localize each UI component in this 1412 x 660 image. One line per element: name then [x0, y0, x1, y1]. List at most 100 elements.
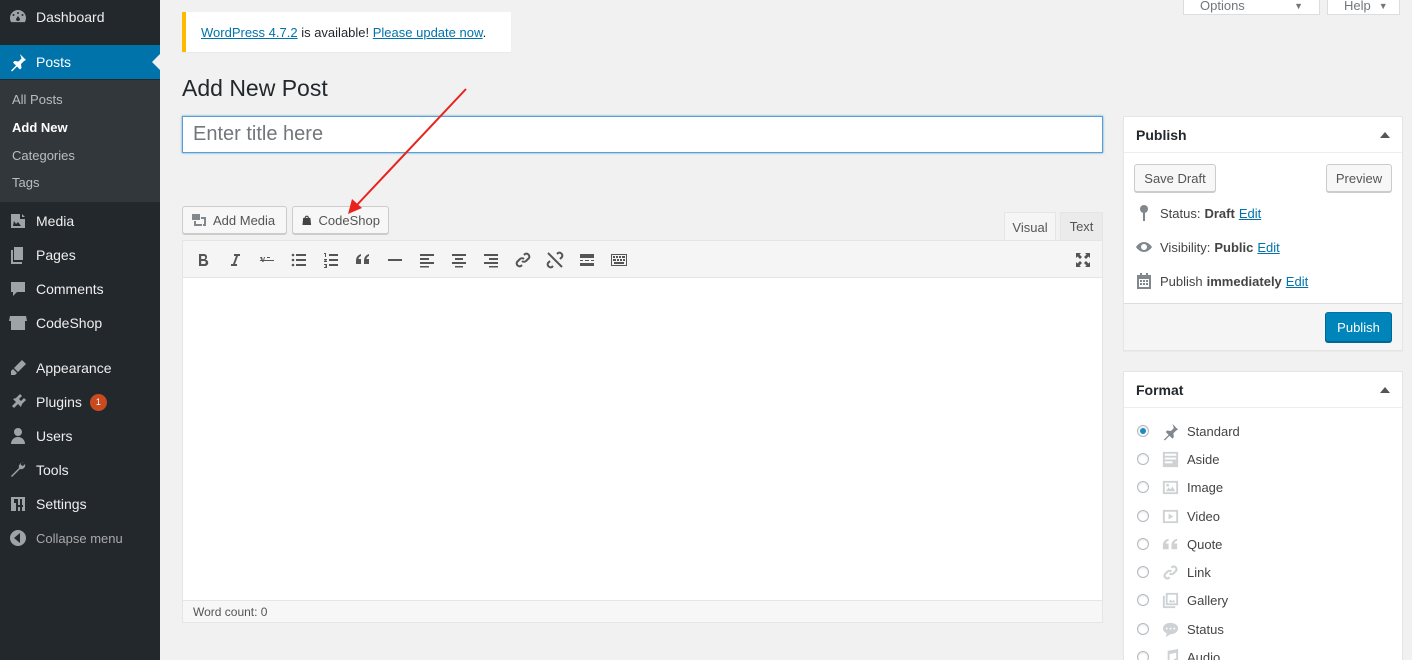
format-box-header[interactable]: Format	[1124, 372, 1402, 408]
menu-label: Users	[36, 428, 73, 444]
menu-label: Tools	[36, 462, 69, 478]
menu-item-tools[interactable]: Tools	[0, 453, 160, 487]
video-icon	[1160, 506, 1180, 526]
strikethrough-button[interactable]	[253, 246, 281, 274]
publish-box-header[interactable]: Publish	[1124, 117, 1402, 153]
bullet-list-button[interactable]	[285, 246, 313, 274]
menu-item-pages[interactable]: Pages	[0, 238, 160, 272]
align-left-icon	[420, 254, 434, 268]
menu-item-users[interactable]: Users	[0, 419, 160, 453]
help-button[interactable]: Help ▼	[1327, 0, 1400, 15]
calendar-icon	[1137, 273, 1151, 289]
status-label: Status:	[1160, 205, 1201, 221]
edit-visibility-link[interactable]: Edit	[1257, 240, 1279, 255]
align-center-button[interactable]	[445, 246, 473, 274]
menu-item-codeshop[interactable]: CodeShop	[0, 306, 160, 340]
add-media-button[interactable]: Add Media	[182, 206, 287, 234]
screen-options-button[interactable]: Screen Options ▼	[1183, 0, 1320, 15]
save-draft-button[interactable]: Save Draft	[1134, 164, 1216, 192]
preview-button[interactable]: Preview	[1326, 164, 1392, 192]
eye-icon	[1136, 242, 1152, 252]
format-radio[interactable]	[1137, 651, 1149, 660]
collapse-toggle-icon[interactable]	[1380, 131, 1390, 138]
numbered-list-button[interactable]	[317, 246, 345, 274]
aside-icon	[1160, 449, 1180, 469]
publish-actions: Publish	[1124, 303, 1402, 350]
menu-item-appearance[interactable]: Appearance	[0, 351, 160, 385]
fullscreen-button[interactable]	[1069, 246, 1097, 274]
gallery-icon	[1160, 590, 1180, 610]
status-row: Status: Draft Edit	[1134, 203, 1261, 223]
edit-status-link[interactable]: Edit	[1239, 206, 1261, 221]
format-radio[interactable]	[1137, 425, 1149, 437]
collapse-menu-button[interactable]: Collapse menu	[0, 521, 160, 555]
settings-icon	[0, 494, 36, 514]
read-more-button[interactable]	[573, 246, 601, 274]
pin-icon	[1160, 421, 1180, 441]
submenu-categories[interactable]: Categories	[12, 148, 75, 163]
italic-button[interactable]	[221, 246, 249, 274]
menu-item-dashboard[interactable]: Dashboard	[0, 0, 160, 34]
format-option-gallery[interactable]: Gallery	[1137, 590, 1228, 610]
quote-icon	[1160, 534, 1180, 554]
submenu-tags[interactable]: Tags	[12, 175, 39, 190]
format-option-quote[interactable]: Quote	[1137, 534, 1222, 554]
bullet-list-icon	[291, 253, 306, 267]
menu-label: Plugins	[36, 394, 82, 410]
codeshop-button[interactable]: CodeShop	[292, 206, 389, 234]
format-option-image[interactable]: Image	[1137, 477, 1223, 497]
pin-icon	[0, 52, 36, 72]
publish-button[interactable]: Publish	[1325, 312, 1392, 342]
page-title: Add New Post	[182, 75, 328, 101]
menu-item-posts[interactable]: Posts	[0, 45, 160, 79]
unlink-button[interactable]	[541, 246, 569, 274]
add-media-icon	[192, 214, 206, 226]
toolbar-toggle-button[interactable]	[605, 246, 633, 274]
menu-item-media[interactable]: Media	[0, 204, 160, 238]
format-label: Gallery	[1187, 592, 1229, 608]
align-right-button[interactable]	[477, 246, 505, 274]
schedule-row: Publish immediately Edit	[1134, 271, 1308, 291]
menu-item-comments[interactable]: Comments	[0, 272, 160, 306]
wordpress-version-link[interactable]: WordPress 4.7.2	[201, 25, 298, 40]
insert-link-button[interactable]	[509, 246, 537, 274]
format-option-standard[interactable]: Standard	[1137, 421, 1240, 441]
format-radio[interactable]	[1137, 453, 1149, 465]
blockquote-button[interactable]	[349, 246, 377, 274]
format-radio[interactable]	[1137, 481, 1149, 493]
caret-down-icon: ▼	[1294, 1, 1303, 11]
format-option-audio[interactable]: Audio	[1137, 647, 1220, 660]
collapse-toggle-icon[interactable]	[1380, 386, 1390, 393]
format-radio[interactable]	[1137, 510, 1149, 522]
format-label: Link	[1187, 564, 1211, 580]
update-now-link[interactable]: Please update now	[373, 25, 483, 40]
strikethrough-icon	[260, 257, 274, 262]
post-title-input[interactable]	[182, 116, 1103, 153]
tab-visual[interactable]: Visual	[1004, 212, 1056, 242]
submenu-add-new[interactable]: Add New	[12, 120, 68, 135]
format-radio[interactable]	[1137, 623, 1149, 635]
numbered-list-icon	[324, 253, 338, 268]
tab-text[interactable]: Text	[1060, 212, 1103, 241]
format-option-status[interactable]: Status	[1137, 619, 1224, 639]
format-radio[interactable]	[1137, 566, 1149, 578]
format-option-link[interactable]: Link	[1137, 562, 1211, 582]
format-radio[interactable]	[1137, 594, 1149, 606]
wrench-icon	[0, 460, 36, 480]
link-icon	[515, 252, 531, 268]
horizontal-line-button[interactable]	[381, 246, 409, 274]
pages-icon	[0, 245, 36, 265]
format-option-video[interactable]: Video	[1137, 506, 1220, 526]
format-option-aside[interactable]: Aside	[1137, 449, 1220, 469]
align-left-button[interactable]	[413, 246, 441, 274]
format-radio[interactable]	[1137, 538, 1149, 550]
pin-status-icon	[1140, 205, 1148, 221]
menu-item-plugins[interactable]: Plugins 1	[0, 385, 160, 419]
help-label: Help	[1344, 0, 1371, 13]
edit-schedule-link[interactable]: Edit	[1286, 274, 1308, 289]
submenu-all-posts[interactable]: All Posts	[12, 92, 63, 107]
menu-item-settings[interactable]: Settings	[0, 487, 160, 521]
bold-button[interactable]	[189, 246, 217, 274]
menu-label: CodeShop	[36, 315, 103, 331]
screen-options-label: Screen Options	[1200, 0, 1245, 13]
